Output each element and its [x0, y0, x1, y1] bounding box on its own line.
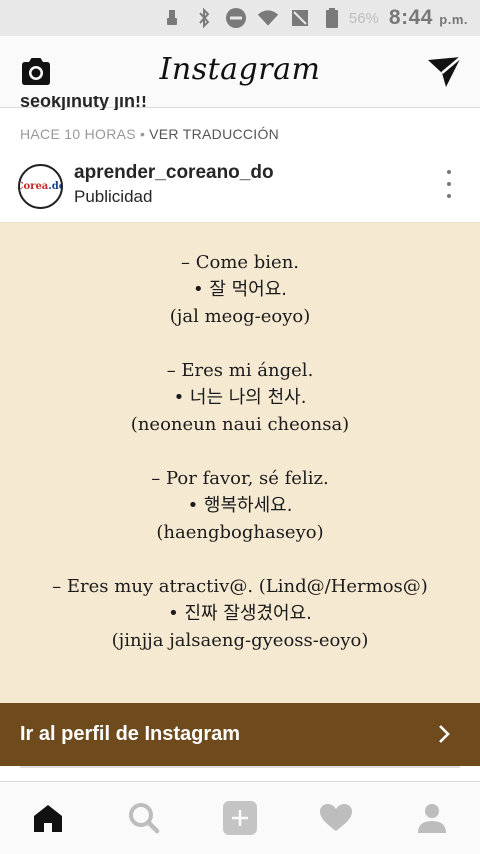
see-translation-link[interactable]: VER TRADUCCIÓN [149, 126, 279, 142]
usb-icon [161, 7, 183, 29]
go-to-profile-button[interactable]: Ir al perfil de Instagram [0, 703, 480, 766]
avatar-brand-part2: .do [48, 180, 61, 192]
battery-icon [321, 7, 343, 29]
profile-icon[interactable] [408, 794, 456, 842]
battery-percent: 56% [348, 9, 379, 27]
clock-time: 8:44 [388, 6, 433, 29]
post-time-ago: HACE 10 HORAS [20, 126, 136, 142]
clock-ampm: p.m. [439, 12, 468, 27]
phrase-romanization: (jinjja jalsaeng-gyeoss-eoyo) [111, 630, 369, 651]
cta-label: Ir al perfil de Instagram [20, 723, 241, 745]
direct-message-icon[interactable] [426, 54, 464, 90]
phrase-romanization: (jal meog-eoyo) [169, 306, 311, 327]
wifi-icon [257, 7, 279, 29]
phrase-block: – Come bien. • 잘 먹어요. (jal meog-eoyo) [0, 249, 480, 330]
search-icon[interactable] [120, 794, 168, 842]
phrase-korean: • 너는 나의 천사. [173, 387, 307, 408]
instagram-logo: Instagram [159, 52, 321, 87]
phrase-spanish: – Eres mi ángel. [166, 360, 314, 381]
avatar[interactable]: Corea.do [18, 164, 63, 209]
phrase-spanish: – Por favor, sé feliz. [151, 468, 329, 489]
bottom-nav [0, 781, 480, 854]
phrase-korean: • 진짜 잘생겼어요. [168, 603, 312, 624]
phrase-block: – Eres mi ángel. • 너는 나의 천사. (neoneun na… [0, 357, 480, 438]
chevron-right-icon [436, 723, 452, 745]
home-icon[interactable] [24, 794, 72, 842]
bluetooth-icon [193, 7, 215, 29]
clock: 8:44 p.m. [389, 6, 468, 30]
phrase-spanish: – Eres muy atractiv@. (Lind@/Hermos@) [52, 576, 428, 597]
previous-post-meta: HACE 10 HORAS • VER TRADUCCIÓN [20, 126, 279, 142]
activity-heart-icon[interactable] [312, 794, 360, 842]
phrase-block: – Por favor, sé feliz. • 행복하세요. (haengbo… [0, 465, 480, 546]
do-not-disturb-icon [225, 7, 247, 29]
previous-post-caption: seokjinuty jin!! [20, 96, 148, 110]
sponsored-label: Publicidad [74, 187, 153, 206]
phrase-romanization: (haengboghaseyo) [156, 522, 324, 543]
post-image[interactable]: – Come bien. • 잘 먹어요. (jal meog-eoyo) – … [0, 222, 480, 703]
avatar-brand: Corea.do [18, 180, 61, 192]
phrase-romanization: (neoneun naui cheonsa) [130, 414, 350, 435]
phrase-spanish: – Come bien. [180, 252, 300, 273]
phrase-block: – Eres muy atractiv@. (Lind@/Hermos@) • … [0, 573, 480, 654]
status-bar: 56% 8:44 p.m. [0, 0, 480, 36]
no-signal-icon [289, 7, 311, 29]
add-post-icon[interactable] [216, 794, 264, 842]
phrase-korean: • 행복하세요. [187, 495, 293, 516]
more-options-icon[interactable] [444, 170, 454, 198]
post-header: Corea.do aprender_coreano_do Publicidad [0, 156, 480, 222]
meta-separator: • [139, 126, 146, 142]
phrase-korean: • 잘 먹어요. [192, 279, 288, 300]
avatar-brand-part1: Corea [18, 180, 49, 192]
divider [20, 766, 460, 768]
post-username[interactable]: aprender_coreano_do [74, 162, 274, 184]
